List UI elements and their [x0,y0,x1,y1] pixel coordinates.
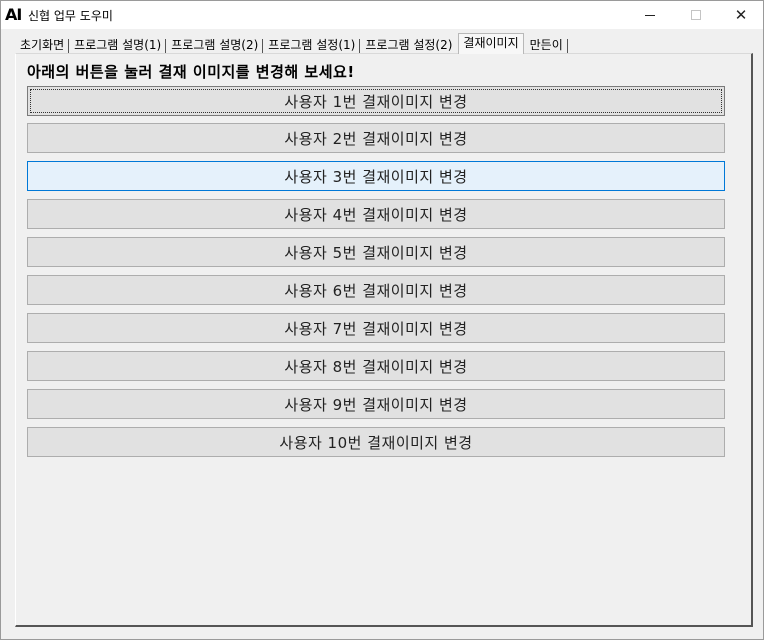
tab-program-settings-2[interactable]: 프로그램 설정(2) [360,36,457,54]
change-image-user-2-button[interactable]: 사용자 2번 결재이미지 변경 [27,123,725,153]
change-image-user-9-button[interactable]: 사용자 9번 결재이미지 변경 [27,389,725,419]
title-bar[interactable]: AI 신협 업무 도우미 ✕ [1,1,763,29]
tab-approval-image[interactable]: 결재이미지 [458,33,524,54]
change-image-user-4-button[interactable]: 사용자 4번 결재이미지 변경 [27,199,725,229]
change-image-user-3-button[interactable]: 사용자 3번 결재이미지 변경 [27,161,725,191]
tab-author[interactable]: 만든이 [525,36,568,54]
tab-program-description-1[interactable]: 프로그램 설명(1) [69,36,167,54]
change-image-user-7-button[interactable]: 사용자 7번 결재이미지 변경 [27,313,725,343]
close-button[interactable]: ✕ [718,1,764,29]
tab-program-settings-1[interactable]: 프로그램 설정(1) [263,36,361,54]
app-window: AI 신협 업무 도우미 ✕ 초기화면 프로그램 설명(1) 프로그램 설명(2… [0,0,764,640]
tab-strip: 초기화면 프로그램 설명(1) 프로그램 설명(2) 프로그램 설정(1) 프로… [15,33,568,54]
app-logo-icon: AI [5,5,22,24]
change-image-user-10-button[interactable]: 사용자 10번 결재이미지 변경 [27,427,725,457]
maximize-button[interactable] [673,1,719,29]
change-image-user-6-button[interactable]: 사용자 6번 결재이미지 변경 [27,275,725,305]
tab-home[interactable]: 초기화면 [15,36,70,54]
tab-program-description-2[interactable]: 프로그램 설명(2) [166,36,264,54]
minimize-icon [645,14,655,16]
change-image-user-5-button[interactable]: 사용자 5번 결재이미지 변경 [27,237,725,267]
window-title: 신협 업무 도우미 [28,9,113,23]
minimize-button[interactable] [627,1,673,29]
maximize-icon [691,10,701,20]
close-icon: ✕ [734,6,748,24]
change-image-user-8-button[interactable]: 사용자 8번 결재이미지 변경 [27,351,725,381]
change-image-user-1-button[interactable]: 사용자 1번 결재이미지 변경 [27,86,725,116]
instruction-heading: 아래의 버튼을 눌러 결재 이미지를 변경해 보세요! [27,63,355,81]
